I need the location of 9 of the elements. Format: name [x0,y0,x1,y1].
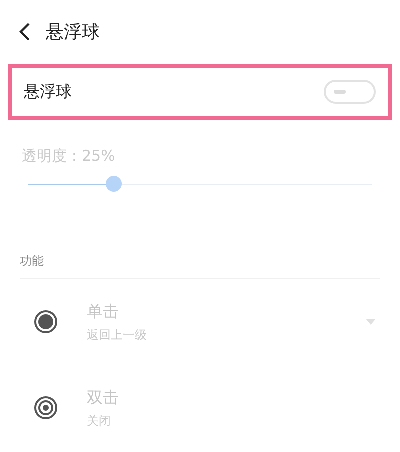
section-header: 功能 [20,254,44,268]
back-icon[interactable] [18,22,32,42]
page-title: 悬浮球 [46,20,100,44]
opacity-slider[interactable] [28,176,372,192]
gesture-title: 单击 [87,301,120,323]
toggle-switch[interactable] [324,80,376,104]
gesture-title: 双击 [87,387,120,409]
dropdown-caret-icon[interactable] [366,319,376,325]
toggle-label: 悬浮球 [24,81,72,103]
